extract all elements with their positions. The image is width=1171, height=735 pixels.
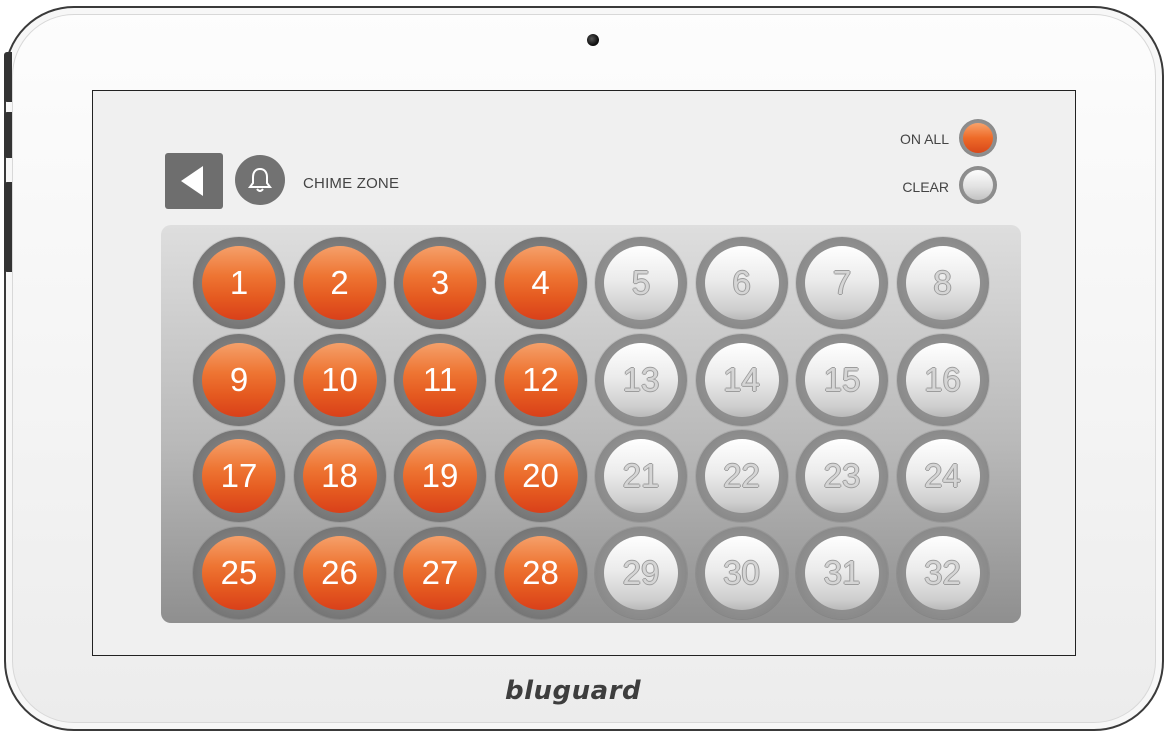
zone-button-31[interactable]: 31 bbox=[796, 526, 888, 619]
zone-label: 22 bbox=[704, 439, 779, 513]
zone-button-32[interactable]: 32 bbox=[896, 526, 989, 619]
zone-label: 3 bbox=[403, 246, 477, 320]
zone-label: 20 bbox=[503, 439, 578, 513]
zone-label: 26 bbox=[302, 535, 377, 610]
bell-icon bbox=[248, 167, 272, 192]
zone-label: 16 bbox=[905, 342, 980, 417]
zone-label: 18 bbox=[302, 439, 377, 513]
zone-button-7[interactable]: 7 bbox=[796, 237, 888, 329]
zone-label: 1 bbox=[202, 246, 276, 320]
zone-button-22[interactable]: 22 bbox=[695, 430, 788, 522]
zone-button-16[interactable]: 16 bbox=[896, 333, 989, 426]
brand-logo: bluguard bbox=[505, 676, 642, 706]
back-arrow-icon bbox=[181, 166, 203, 196]
zone-button-20[interactable]: 20 bbox=[494, 430, 587, 522]
on-all-label: ON ALL bbox=[899, 131, 949, 147]
zone-button-11[interactable]: 11 bbox=[394, 333, 486, 426]
zone-label: 29 bbox=[604, 535, 678, 610]
zone-grid-panel: 1 2 3 4 5 6 7 8 9 10 11 12 13 14 15 16 17 18 19 20 21 22 23 24 2… bbox=[161, 225, 1021, 623]
zone-button-5[interactable]: 5 bbox=[595, 237, 687, 329]
zone-label: 9 bbox=[202, 342, 276, 417]
zone-label: 2 bbox=[302, 246, 377, 320]
on-all-button[interactable] bbox=[959, 119, 997, 157]
clear-indicator bbox=[963, 170, 993, 200]
zone-label: 32 bbox=[905, 535, 980, 610]
zone-button-12[interactable]: 12 bbox=[494, 333, 587, 426]
zone-label: 23 bbox=[805, 439, 879, 513]
zone-label: 19 bbox=[403, 439, 477, 513]
zone-label: 5 bbox=[604, 246, 678, 320]
clear-label: CLEAR bbox=[902, 179, 949, 195]
zone-button-25[interactable]: 25 bbox=[193, 526, 285, 619]
zone-button-4[interactable]: 4 bbox=[494, 237, 587, 329]
zone-button-6[interactable]: 6 bbox=[695, 237, 788, 329]
zone-button-2[interactable]: 2 bbox=[293, 237, 386, 329]
zone-label: 30 bbox=[704, 535, 779, 610]
zone-label: 11 bbox=[403, 342, 477, 417]
zone-button-27[interactable]: 27 bbox=[394, 526, 486, 619]
zone-label: 14 bbox=[704, 342, 779, 417]
power-button bbox=[4, 112, 12, 158]
front-camera bbox=[587, 34, 599, 46]
zone-label: 25 bbox=[202, 535, 276, 610]
chime-bell-button[interactable] bbox=[235, 155, 285, 205]
zone-button-14[interactable]: 14 bbox=[695, 333, 788, 426]
zone-label: 7 bbox=[805, 246, 879, 320]
volume-button bbox=[4, 52, 12, 102]
zone-label: 21 bbox=[604, 439, 678, 513]
zone-button-10[interactable]: 10 bbox=[293, 333, 386, 426]
zone-button-9[interactable]: 9 bbox=[193, 333, 285, 426]
zone-button-29[interactable]: 29 bbox=[595, 526, 687, 619]
zone-button-18[interactable]: 18 bbox=[293, 430, 386, 522]
side-button bbox=[4, 182, 12, 272]
zone-button-26[interactable]: 26 bbox=[293, 526, 386, 619]
zone-button-21[interactable]: 21 bbox=[595, 430, 687, 522]
zone-label: 31 bbox=[805, 535, 879, 610]
zone-label: 8 bbox=[905, 246, 980, 320]
zone-label: 13 bbox=[604, 342, 678, 417]
clear-button[interactable] bbox=[959, 166, 997, 204]
zone-label: 15 bbox=[805, 342, 879, 417]
zone-button-1[interactable]: 1 bbox=[193, 237, 285, 329]
zone-button-30[interactable]: 30 bbox=[695, 526, 788, 619]
back-button[interactable] bbox=[165, 153, 223, 209]
zone-button-19[interactable]: 19 bbox=[394, 430, 486, 522]
zone-button-17[interactable]: 17 bbox=[193, 430, 285, 522]
zone-button-24[interactable]: 24 bbox=[896, 430, 989, 522]
zone-label: 4 bbox=[503, 246, 578, 320]
zone-label: 28 bbox=[503, 535, 578, 610]
zone-label: 12 bbox=[503, 342, 578, 417]
zone-label: 17 bbox=[202, 439, 276, 513]
zone-button-13[interactable]: 13 bbox=[595, 333, 687, 426]
zone-button-23[interactable]: 23 bbox=[796, 430, 888, 522]
screen: CHIME ZONE ON ALL CLEAR 1 2 3 4 5 6 7 8 9 10 11 12 1… bbox=[92, 90, 1076, 656]
zone-button-3[interactable]: 3 bbox=[394, 237, 486, 329]
zone-button-28[interactable]: 28 bbox=[494, 526, 587, 619]
zone-label: 27 bbox=[403, 535, 477, 610]
zone-button-15[interactable]: 15 bbox=[796, 333, 888, 426]
zone-label: 10 bbox=[302, 342, 377, 417]
zone-button-8[interactable]: 8 bbox=[896, 237, 989, 329]
on-all-indicator bbox=[963, 123, 993, 153]
zone-label: 24 bbox=[905, 439, 980, 513]
page-title: CHIME ZONE bbox=[303, 175, 400, 192]
zone-label: 6 bbox=[704, 246, 779, 320]
